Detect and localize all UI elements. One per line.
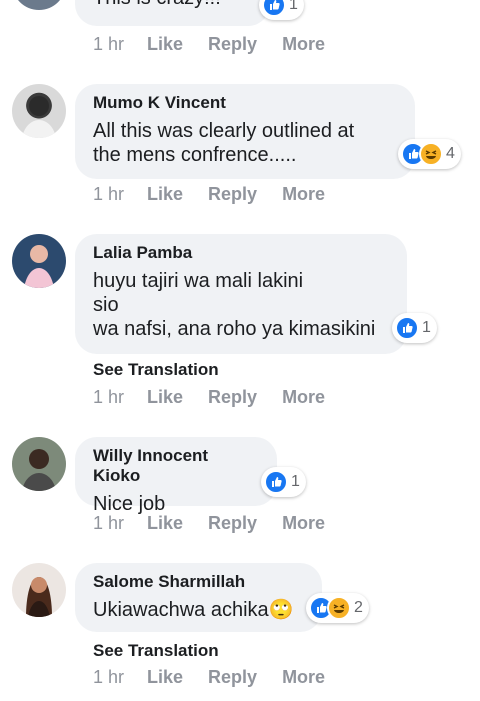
reaction-summary[interactable]: 4: [398, 139, 461, 169]
comment-time[interactable]: 1 hr: [93, 667, 147, 688]
comment-actions: 1 hr Like Reply More: [93, 513, 350, 534]
reaction-summary[interactable]: 2: [306, 593, 369, 623]
reaction-count: 1: [291, 473, 300, 490]
avatar[interactable]: [12, 0, 66, 10]
like-link[interactable]: Like: [147, 667, 183, 688]
avatar[interactable]: [12, 437, 66, 491]
haha-reaction-icon: [327, 596, 351, 620]
see-translation-link[interactable]: See Translation: [93, 360, 219, 380]
comment-time[interactable]: 1 hr: [93, 34, 147, 55]
comment-text: All this was clearly outlined at the men…: [93, 120, 355, 166]
reply-link[interactable]: Reply: [208, 387, 257, 408]
more-link[interactable]: More: [282, 34, 325, 55]
reply-link[interactable]: Reply: [208, 184, 257, 205]
comment-actions: 1 hr Like Reply More: [93, 184, 350, 205]
like-reaction-icon: [262, 0, 286, 17]
comment-time[interactable]: 1 hr: [93, 387, 147, 408]
commenter-name[interactable]: Mumo K Vincent: [93, 93, 397, 113]
see-translation-link[interactable]: See Translation: [93, 641, 219, 661]
avatar[interactable]: [12, 234, 66, 288]
like-link[interactable]: Like: [147, 387, 183, 408]
comment-actions: 1 hr Like Reply More: [93, 667, 350, 688]
haha-reaction-icon: [419, 142, 443, 166]
comment-bubble: Willy Innocent Kioko Nice job: [75, 437, 277, 515]
reply-link[interactable]: Reply: [208, 667, 257, 688]
avatar[interactable]: [12, 84, 66, 138]
reaction-summary[interactable]: 1: [392, 313, 437, 343]
comment-text: huyu tajiri wa mali lakini sio wa nafsi,…: [93, 270, 376, 340]
comment-bubble: Lalia Pamba huyu tajiri wa mali lakini s…: [75, 234, 407, 354]
more-link[interactable]: More: [282, 513, 325, 534]
comment-time[interactable]: 1 hr: [93, 513, 147, 534]
like-reaction-icon: [264, 470, 288, 494]
like-link[interactable]: Like: [147, 34, 183, 55]
commenter-name[interactable]: Salome Sharmillah: [93, 572, 304, 592]
comment-bubble: Salome Sharmillah Ukiawachwa achika🙄: [75, 563, 322, 632]
more-link[interactable]: More: [282, 387, 325, 408]
reaction-count: 2: [354, 599, 363, 616]
reply-link[interactable]: Reply: [208, 34, 257, 55]
reaction-count: 4: [446, 145, 455, 162]
reaction-count: 1: [289, 0, 298, 13]
comment-bubble: This is crazy!!!: [75, 0, 270, 26]
more-link[interactable]: More: [282, 184, 325, 205]
comment-time[interactable]: 1 hr: [93, 184, 147, 205]
reaction-summary[interactable]: 1: [261, 467, 306, 497]
like-link[interactable]: Like: [147, 513, 183, 534]
commenter-name[interactable]: Lalia Pamba: [93, 243, 389, 263]
comment-actions: 1 hr Like Reply More: [93, 387, 350, 408]
more-link[interactable]: More: [282, 667, 325, 688]
comment-actions: 1 hr Like Reply More: [93, 34, 350, 55]
reaction-count: 1: [422, 319, 431, 336]
like-link[interactable]: Like: [147, 184, 183, 205]
avatar[interactable]: [12, 563, 66, 617]
commenter-name[interactable]: Willy Innocent Kioko: [93, 446, 259, 486]
comment-bubble: Mumo K Vincent All this was clearly outl…: [75, 84, 415, 179]
reaction-summary[interactable]: 1: [259, 0, 304, 20]
reply-link[interactable]: Reply: [208, 513, 257, 534]
rolling-eyes-emoji: 🙄: [268, 599, 294, 621]
like-reaction-icon: [395, 316, 419, 340]
comment-text-body: Ukiawachwa achika: [93, 599, 269, 621]
comment-text: Ukiawachwa achika🙄: [93, 598, 304, 622]
comment-text: This is crazy!!!: [93, 0, 252, 10]
